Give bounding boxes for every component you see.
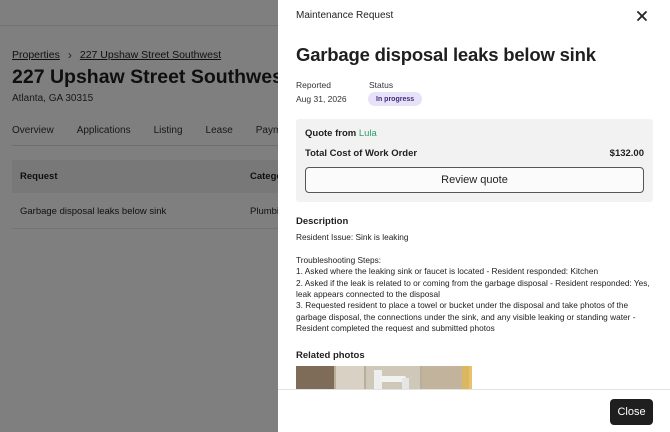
close-button[interactable]: Close: [610, 399, 653, 425]
description-line: 1. Asked where the leaking sink or fauce…: [296, 266, 599, 277]
related-photos-heading: Related photos: [296, 350, 365, 361]
status-badge: In progress: [368, 92, 423, 106]
description-line: 3. Requested resident to place a towel o…: [296, 300, 636, 334]
quote-from-label: Quote from Lula: [305, 128, 377, 139]
request-title: Garbage disposal leaks below sink: [296, 44, 596, 65]
reported-label: Reported: [296, 80, 331, 90]
quote-card: Quote from Lula Total Cost of Work Order…: [296, 119, 653, 202]
vendor-link[interactable]: Lula: [359, 128, 377, 139]
description-line: Troubleshooting Steps:: [296, 254, 382, 265]
description-line: [296, 243, 656, 254]
status-label: Status: [369, 80, 394, 90]
drawer-header-title: Maintenance Request: [296, 10, 394, 21]
review-quote-button[interactable]: Review quote: [305, 167, 644, 193]
close-icon[interactable]: [635, 9, 649, 23]
description-text: Resident Issue: Sink is leaking Troubles…: [296, 232, 656, 335]
reported-date: Aug 31, 2026: [296, 94, 347, 104]
description-line: Resident Issue: Sink is leaking: [296, 232, 409, 242]
total-cost-value: $132.00: [609, 148, 644, 159]
quote-from-prefix: Quote from: [305, 128, 357, 139]
description-heading: Description: [296, 216, 349, 227]
drawer-footer: Close: [278, 389, 670, 432]
description-line: 2. Asked if the leak is related to or co…: [296, 277, 650, 300]
total-cost-label: Total Cost of Work Order: [305, 148, 418, 159]
maintenance-request-drawer: Maintenance Request Garbage disposal lea…: [278, 0, 670, 432]
